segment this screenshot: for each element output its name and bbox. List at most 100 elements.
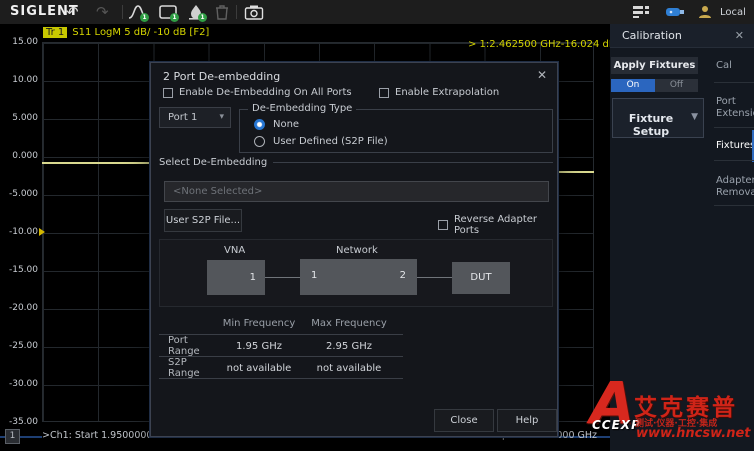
usb-device-icon bbox=[666, 7, 684, 17]
y-axis-tick: 10.00 bbox=[0, 75, 38, 85]
radio-unselected-icon[interactable] bbox=[254, 136, 265, 147]
checkbox-label: Enable De-Embedding On All Ports bbox=[179, 87, 352, 98]
local-mode-label[interactable]: Local bbox=[720, 7, 746, 18]
reference-level-marker[interactable] bbox=[39, 228, 45, 236]
y-axis-tick: 5.000 bbox=[0, 113, 38, 123]
vna-label: VNA bbox=[224, 245, 245, 256]
fixture-setup-dropdown[interactable]: Fixture Setup ▼ bbox=[612, 98, 704, 138]
row-min: not available bbox=[214, 363, 304, 374]
group-divider bbox=[273, 162, 553, 163]
checkbox-icon[interactable] bbox=[379, 88, 389, 98]
redo-icon: ↷ bbox=[96, 3, 109, 21]
network-box: 1 2 bbox=[300, 259, 417, 295]
y-axis-tick: -20.00 bbox=[0, 303, 38, 313]
trace-curve-right bbox=[557, 171, 594, 173]
network-label: Network bbox=[336, 245, 378, 256]
select-de-embedding-group: Select De-Embedding bbox=[159, 157, 553, 168]
y-axis-tick: -5.000 bbox=[0, 189, 38, 199]
row-max: not available bbox=[304, 363, 394, 374]
tab-divider bbox=[714, 160, 754, 161]
radio-selected-icon[interactable] bbox=[254, 119, 265, 130]
undo-icon[interactable]: ↶ bbox=[66, 3, 79, 21]
frequency-range-table: Min Frequency Max Frequency Port Range 1… bbox=[159, 313, 403, 379]
de-embedding-dialog: 2 Port De-embedding ✕ Enable De-Embeddin… bbox=[150, 62, 558, 437]
toolbar-separator bbox=[236, 5, 237, 19]
tab-cal[interactable]: Cal bbox=[716, 60, 754, 72]
close-button[interactable]: Close bbox=[434, 409, 494, 432]
tab-adapter-removal[interactable]: Adapter Removal bbox=[716, 175, 754, 199]
y-axis-tick: 0.000 bbox=[0, 151, 38, 161]
camera-icon[interactable] bbox=[244, 4, 264, 20]
display-count-badge: 1 bbox=[170, 13, 179, 22]
trace-annotation[interactable]: Tr 1 S11 LogM 5 dB/ -10 dB [F2] bbox=[43, 27, 209, 38]
y-axis-tick: -10.00 bbox=[0, 227, 38, 237]
checkbox-icon[interactable] bbox=[163, 88, 173, 98]
y-axis-tick: 15.00 bbox=[0, 37, 38, 47]
marker-frequency: 2.462500 GHz bbox=[489, 39, 560, 50]
toolbar-separator bbox=[122, 5, 123, 19]
dut-box: DUT bbox=[452, 262, 510, 294]
max-frequency-header: Max Frequency bbox=[304, 318, 394, 329]
row-max: 2.95 GHz bbox=[304, 341, 394, 352]
row-label: S2P Range bbox=[159, 357, 214, 379]
y-axis-tick: -35.00 bbox=[0, 417, 38, 427]
port-select-dropdown[interactable]: Port 1 ▾ bbox=[159, 107, 231, 128]
screen-layout-icon[interactable] bbox=[632, 5, 650, 19]
radio-label: None bbox=[273, 119, 299, 130]
checkbox-label: Enable Extrapolation bbox=[395, 87, 499, 98]
y-axis-tick: -25.00 bbox=[0, 341, 38, 351]
toggle-off-button[interactable]: Off bbox=[655, 79, 698, 92]
marker-count-badge: 1 bbox=[198, 13, 207, 22]
reverse-adapter-ports-checkbox[interactable]: Reverse Adapter Ports bbox=[438, 214, 557, 236]
dialog-title: 2 Port De-embedding bbox=[163, 70, 280, 83]
user-s2p-file-button[interactable]: User S2P File... bbox=[164, 209, 242, 232]
table-header-row: Min Frequency Max Frequency bbox=[159, 313, 403, 334]
chevron-down-icon: ▾ bbox=[219, 112, 224, 122]
user-icon[interactable] bbox=[698, 5, 712, 19]
trash-icon bbox=[212, 4, 232, 20]
trace-format-label: S11 LogM 5 dB/ -10 dB [F2] bbox=[72, 27, 209, 38]
radio-none[interactable]: None bbox=[254, 119, 299, 130]
row-label: Port Range bbox=[159, 335, 214, 357]
radio-user-defined[interactable]: User Defined (S2P File) bbox=[254, 136, 388, 147]
tab-divider bbox=[714, 127, 754, 128]
radio-label: User Defined (S2P File) bbox=[273, 136, 388, 147]
connector-line bbox=[417, 277, 452, 278]
trace-curve-left bbox=[42, 162, 150, 164]
y-axis-tick: -15.00 bbox=[0, 265, 38, 275]
panel-close-icon[interactable]: ✕ bbox=[735, 29, 744, 42]
group-label: De-Embedding Type bbox=[248, 103, 356, 114]
y-axis-tick: -30.00 bbox=[0, 379, 38, 389]
tab-port-extension[interactable]: Port Extension bbox=[716, 96, 754, 120]
tab-fixtures[interactable]: Fixtures bbox=[716, 140, 754, 152]
vna-box: 1 bbox=[207, 260, 265, 295]
fixture-setup-label: Fixture Setup bbox=[613, 112, 689, 138]
top-toolbar: SIGLENT ↶ ↷ 1 1 1 bbox=[0, 0, 754, 24]
marker-amplitude: -16.024 dB bbox=[561, 39, 616, 50]
toggle-on-button[interactable]: On bbox=[611, 79, 655, 92]
calibration-panel-header: Calibration ✕ bbox=[610, 24, 754, 48]
checkbox-icon[interactable] bbox=[438, 220, 448, 230]
enable-all-ports-checkbox[interactable]: Enable De-Embedding On All Ports bbox=[163, 87, 352, 98]
network-port-2: 2 bbox=[400, 270, 406, 281]
row-min: 1.95 GHz bbox=[214, 341, 304, 352]
de-embedding-type-group: De-Embedding Type None User Defined (S2P… bbox=[239, 109, 553, 153]
connection-diagram: VNA Network 1 1 2 DUT bbox=[159, 239, 553, 307]
trace-number-badge[interactable]: Tr 1 bbox=[43, 27, 67, 38]
port-selected-value: Port 1 bbox=[168, 112, 197, 123]
help-button[interactable]: Help bbox=[497, 409, 557, 432]
enable-extrapolation-checkbox[interactable]: Enable Extrapolation bbox=[379, 87, 499, 98]
checkbox-label: Reverse Adapter Ports bbox=[454, 214, 557, 236]
table-row: S2P Range not available not available bbox=[159, 357, 403, 378]
tab-divider bbox=[714, 205, 754, 206]
network-port-1: 1 bbox=[311, 270, 317, 281]
marker-number: > 1: bbox=[468, 39, 489, 50]
dialog-close-icon[interactable]: ✕ bbox=[537, 68, 547, 82]
chevron-down-icon: ▼ bbox=[691, 112, 698, 122]
marker-readout: > 1: 2.462500 GHz -16.024 dB bbox=[468, 39, 606, 50]
apply-fixtures-label: Apply Fixtures bbox=[611, 57, 698, 74]
channel-badge[interactable]: 1 bbox=[5, 429, 20, 444]
connector-line bbox=[265, 277, 300, 278]
trace-count-badge: 1 bbox=[140, 13, 149, 22]
selected-file-field[interactable]: <None Selected> bbox=[164, 181, 549, 202]
